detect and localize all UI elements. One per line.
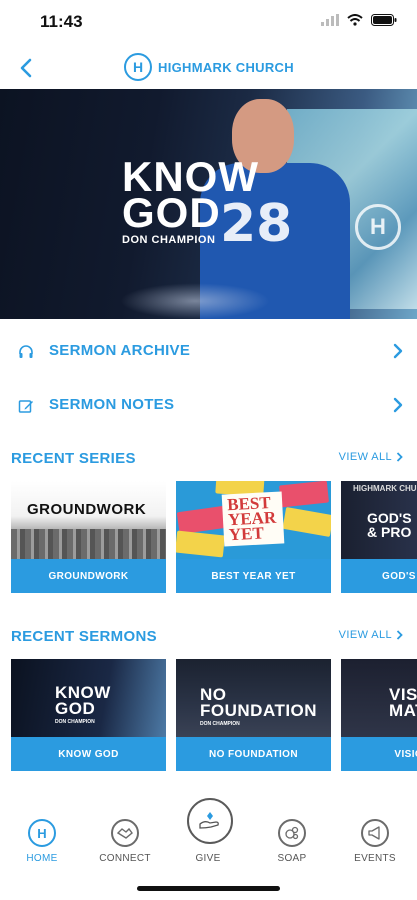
sermon-card[interactable]: KNOW GOD DON CHAMPION KNOW GOD xyxy=(11,659,166,771)
chevron-right-icon xyxy=(393,397,403,413)
connect-icon xyxy=(111,819,139,847)
recent-sermons-title: RECENT SERMONS xyxy=(11,628,157,645)
artwork-speaker: DON CHAMPION xyxy=(55,719,95,725)
hero-speaker: DON CHAMPION xyxy=(122,234,216,246)
chevron-right-icon xyxy=(393,343,403,359)
recent-sermons-view-all[interactable]: VIEW ALL xyxy=(339,629,403,641)
home-logo-icon: H xyxy=(28,819,56,847)
recent-sermons-carousel[interactable]: KNOW GOD DON CHAMPION KNOW GOD NO FOUNDA… xyxy=(11,659,417,771)
menu-item-sermon-archive[interactable]: SERMON ARCHIVE xyxy=(0,326,417,378)
artwork-text: KNOW GOD xyxy=(55,684,111,718)
megaphone-glyph xyxy=(368,826,380,840)
sticky-note xyxy=(282,506,331,538)
wifi-icon xyxy=(347,14,363,26)
series-artwork: GROUNDWORK xyxy=(11,481,166,559)
recent-series-view-all[interactable]: VIEW ALL xyxy=(339,451,403,463)
series-card[interactable]: BEST YEAR YET BEST YEAR YET xyxy=(176,481,331,593)
brand-name: HIGHMARK CHURCH xyxy=(158,59,294,75)
soap-icon xyxy=(278,819,306,847)
series-card-label: GROUNDWORK xyxy=(11,559,166,593)
give-button[interactable] xyxy=(187,798,233,844)
recent-series-carousel[interactable]: GROUNDWORK GROUNDWORK BEST YEAR YET BEST… xyxy=(11,481,417,593)
menu-label: SERMON NOTES xyxy=(49,396,175,413)
sermon-card[interactable]: NO FOUNDATION DON CHAMPION NO FOUNDATION xyxy=(176,659,331,771)
series-card[interactable]: HIGHMARK CHURCH GOD'S & PRO GOD'S PLANS xyxy=(341,481,417,593)
artwork-text: GOD'S & PRO xyxy=(367,511,412,539)
hero-title-line2: GOD xyxy=(122,189,221,236)
tab-label: SOAP xyxy=(277,853,307,864)
artwork-text: NO FOUNDATION xyxy=(200,686,318,720)
tab-label: CONNECT xyxy=(99,853,151,864)
artwork-line: GOD'S xyxy=(367,510,412,526)
artwork-line: & PRO xyxy=(367,524,412,540)
menu-item-sermon-notes[interactable]: SERMON NOTES xyxy=(0,380,417,432)
series-artwork: HIGHMARK CHURCH GOD'S & PRO xyxy=(341,481,417,559)
stage-light xyxy=(120,283,270,319)
status-bar: 11:43 xyxy=(0,0,417,44)
home-indicator xyxy=(137,886,280,891)
artwork-line: MAT xyxy=(389,701,417,720)
chevron-left-icon xyxy=(20,58,32,78)
sermon-card-label: NO FOUNDATION xyxy=(176,737,331,771)
tab-label: GIVE xyxy=(195,853,221,864)
series-card-label: GOD'S PLANS xyxy=(341,559,417,593)
chevron-right-icon xyxy=(396,630,403,640)
handshake-icon xyxy=(117,827,133,839)
church-logo-icon: H xyxy=(124,53,152,81)
tab-soap[interactable]: SOAP xyxy=(257,819,327,869)
view-all-label: VIEW ALL xyxy=(338,629,392,641)
battery-icon xyxy=(371,14,397,26)
artwork-line: FOUNDATION xyxy=(200,701,318,720)
artwork-text: GROUNDWORK xyxy=(27,501,147,518)
bubbles-icon xyxy=(285,826,299,840)
artwork-speaker: DON CHAMPION xyxy=(200,721,240,727)
status-time: 11:43 xyxy=(40,12,83,31)
hero-title: KNOW GOD xyxy=(122,156,259,236)
view-all-label: VIEW ALL xyxy=(338,451,392,463)
sermon-artwork: NO FOUNDATION DON CHAMPION xyxy=(176,659,331,737)
menu-label: SERMON ARCHIVE xyxy=(49,342,191,359)
sermon-card-label: VISION M xyxy=(341,737,417,771)
artwork-brand: HIGHMARK CHURCH xyxy=(353,484,417,493)
sermon-artwork: KNOW GOD DON CHAMPION xyxy=(11,659,166,737)
artwork-buildings xyxy=(11,529,166,559)
back-button[interactable] xyxy=(12,54,40,82)
tab-events[interactable]: EVENTS xyxy=(340,819,410,869)
series-artwork: BEST YEAR YET xyxy=(176,481,331,559)
recent-series-title: RECENT SERIES xyxy=(11,450,136,467)
series-card[interactable]: GROUNDWORK GROUNDWORK xyxy=(11,481,166,593)
signal-icon xyxy=(321,14,339,26)
sermon-card[interactable]: VISIO MAT VISION M xyxy=(341,659,417,771)
tab-home[interactable]: H HOME xyxy=(7,819,77,869)
sermon-card-label: KNOW GOD xyxy=(11,737,166,771)
give-icon xyxy=(199,812,219,829)
tab-label: EVENTS xyxy=(354,853,396,864)
artwork-text: BEST YEAR YET xyxy=(227,493,277,545)
series-card-label: BEST YEAR YET xyxy=(176,559,331,593)
tab-connect[interactable]: CONNECT xyxy=(90,819,160,869)
sticky-note xyxy=(176,505,228,535)
artwork-text: VISIO MAT xyxy=(389,686,417,720)
status-icons xyxy=(321,14,397,26)
sticky-note xyxy=(278,481,330,508)
sermon-artwork: VISIO MAT xyxy=(341,659,417,737)
home-logo-letter: H xyxy=(37,825,47,841)
artwork-line: YET xyxy=(228,523,265,545)
chevron-right-icon xyxy=(396,452,403,462)
brand: H HIGHMARK CHURCH xyxy=(124,53,294,81)
nav-header: H HIGHMARK CHURCH xyxy=(0,48,417,88)
artwork-line: GOD xyxy=(55,699,96,718)
stage-logo-icon: H xyxy=(355,204,401,250)
sticky-note xyxy=(176,530,226,558)
hero-sermon-banner[interactable]: H 28 KNOW GOD DON CHAMPION xyxy=(0,89,417,319)
edit-icon xyxy=(18,400,33,413)
megaphone-icon xyxy=(361,819,389,847)
headphones-icon xyxy=(19,345,33,358)
tab-label: HOME xyxy=(26,853,58,864)
